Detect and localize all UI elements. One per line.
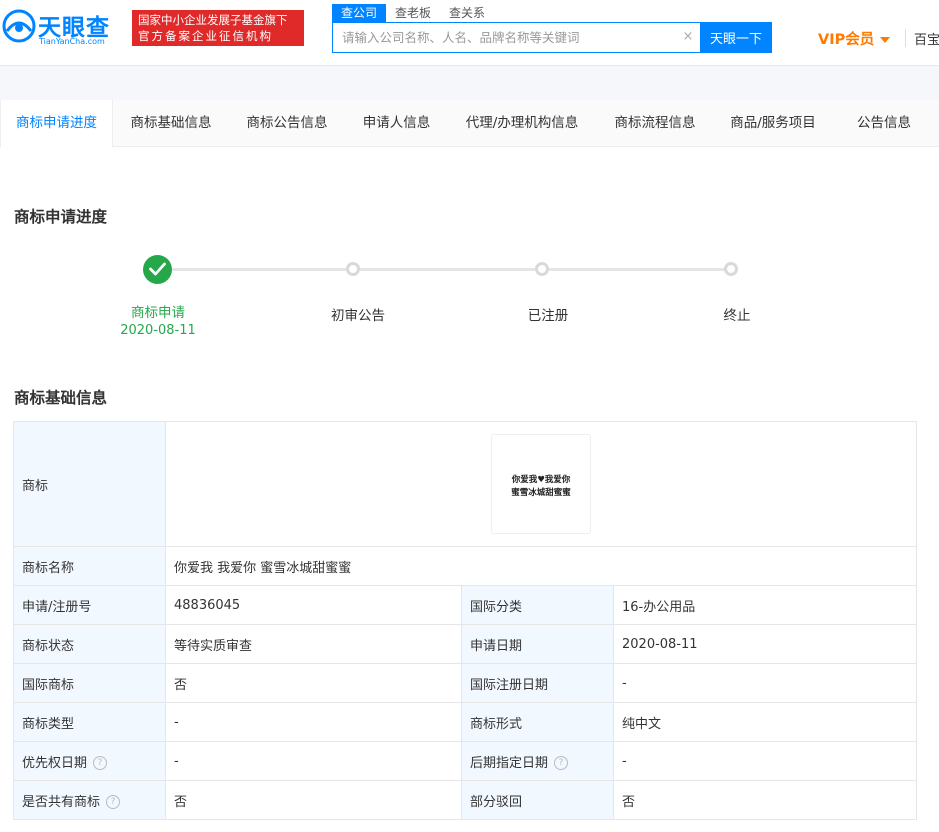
vip-label: VIP会员 [818,32,875,48]
step-pending-dot [346,262,360,276]
nav-toolbox-link[interactable]: 百宝箱 [914,29,939,48]
search-box: × 天眼一下 [332,22,772,53]
tab-goods-services[interactable]: 商品/服务项目 [714,100,832,147]
cell-value: 否 [165,663,462,703]
cell-label: 申请/注册号 [13,585,166,625]
badge-line-1: 国家中小企业发展子基金旗下 [138,13,288,27]
vip-member-menu[interactable]: VIP会员 [818,28,891,49]
cell-label-text: 是否共有商标 [22,794,101,810]
cell-label: 商标类型 [13,702,166,742]
help-icon[interactable]: ? [93,756,108,770]
cell-value: - [165,702,462,742]
nav-divider [905,29,906,47]
cell-value: 等待实质审查 [165,624,462,664]
step-label-registered: 已注册 [527,308,569,324]
table-row: 商标类型 - 商标形式 纯中文 [13,702,917,742]
official-badge: 国家中小企业发展子基金旗下 官方备案企业征信机构 [132,10,304,46]
table-row: 国际商标 否 国际注册日期 - [13,663,917,703]
trademark-image-cell: 你爱我♥我爱你 蜜雪冰城甜蜜蜜 [165,421,917,547]
cell-label-with-help: 是否共有商标? [13,780,166,820]
cell-value: 否 [613,780,917,820]
table-row: 是否共有商标? 否 部分驳回 否 [13,780,917,820]
step-label-application: 商标申请 [131,305,185,321]
trademark-name-value: 你爱我 我爱你 蜜雪冰城甜蜜蜜 [165,546,917,586]
tab-applicant-info[interactable]: 申请人信息 [345,100,448,147]
trademark-detail-card: 商标申请进度 商标基础信息 商标公告信息 申请人信息 代理/办理机构信息 商标流… [0,100,939,832]
cell-label-text: 后期指定日期 [470,755,549,771]
cell-label: 商标状态 [13,624,166,664]
badge-line-2: 官方备案企业征信机构 [138,29,273,43]
cell-value: - [613,741,917,781]
help-icon[interactable]: ? [554,756,569,770]
top-header: 天眼查 TianYanCha.com 国家中小企业发展子基金旗下 官方备案企业征… [0,0,939,66]
logo-eye-icon [2,9,36,43]
tab-basic-info[interactable]: 商标基础信息 [113,100,229,147]
cell-label: 国际分类 [461,585,614,625]
basic-info-table: 商标 你爱我♥我爱你 蜜雪冰城甜蜜蜜 商标名称 你爱我 我爱你 蜜雪冰城甜蜜蜜 … [13,421,917,820]
tab-agency-info[interactable]: 代理/办理机构信息 [448,100,596,147]
table-row: 商标名称 你爱我 我爱你 蜜雪冰城甜蜜蜜 [13,546,917,586]
trademark-name-label: 商标名称 [13,546,166,586]
progress-section-title: 商标申请进度 [14,208,108,226]
table-row: 商标状态 等待实质审查 申请日期 2020-08-11 [13,624,917,664]
table-row: 商标 你爱我♥我爱你 蜜雪冰城甜蜜蜜 [13,421,917,547]
search-tab-boss[interactable]: 查老板 [386,4,440,22]
progress-connector [172,268,346,271]
trademark-image[interactable]: 你爱我♥我爱你 蜜雪冰城甜蜜蜜 [491,434,591,534]
tab-notice-info[interactable]: 公告信息 [832,100,936,147]
search-input[interactable] [333,23,678,52]
step-label-preliminary: 初审公告 [331,308,385,324]
search-tab-relation[interactable]: 查关系 [440,4,494,22]
step-label-terminated: 终止 [723,308,751,324]
cell-label-with-help: 后期指定日期? [461,741,614,781]
cell-value: - [165,741,462,781]
cell-value: 2020-08-11 [613,624,917,664]
cell-label-with-help: 优先权日期? [13,741,166,781]
cell-label: 国际注册日期 [461,663,614,703]
trademark-label: 商标 [13,421,166,547]
step-pending-dot [535,262,549,276]
step-date-application: 2020-08-11 [120,323,196,338]
table-row: 优先权日期? - 后期指定日期? - [13,741,917,781]
table-row: 申请/注册号 48836045 国际分类 16-办公用品 [13,585,917,625]
trademark-image-text-2: 蜜雪冰城甜蜜蜜 [511,488,571,498]
cell-value: 纯中文 [613,702,917,742]
cell-value: 否 [165,780,462,820]
cell-value: 16-办公用品 [613,585,917,625]
tab-application-progress[interactable]: 商标申请进度 [0,100,113,147]
help-icon[interactable]: ? [106,795,121,809]
logo-subtext: TianYanCha.com [39,37,105,46]
tab-process-info[interactable]: 商标流程信息 [596,100,714,147]
cell-label: 商标形式 [461,702,614,742]
tab-announcement-info[interactable]: 商标公告信息 [229,100,345,147]
caret-down-icon [880,37,891,43]
detail-tabs: 商标申请进度 商标基础信息 商标公告信息 申请人信息 代理/办理机构信息 商标流… [0,100,939,147]
cell-label: 部分驳回 [461,780,614,820]
cell-label: 申请日期 [461,624,614,664]
trademark-image-text-1: 你爱我♥我爱你 [511,475,571,485]
progress-connector [549,268,724,271]
clear-icon[interactable]: × [681,30,695,44]
tianyancha-logo[interactable]: 天眼查 TianYanCha.com [0,6,125,50]
search-tab-company[interactable]: 查公司 [332,4,387,22]
search-type-tabs: 查公司 查老板 查关系 [332,4,494,22]
cell-value: 48836045 [165,585,462,625]
search-button[interactable]: 天眼一下 [700,22,772,53]
progress-connector [360,268,535,271]
step-complete-check-icon [143,255,172,284]
cell-label: 国际商标 [13,663,166,703]
cell-value: - [613,663,917,703]
basic-info-section-title: 商标基础信息 [14,389,108,407]
step-pending-dot [724,262,738,276]
cell-label-text: 优先权日期 [22,755,88,771]
